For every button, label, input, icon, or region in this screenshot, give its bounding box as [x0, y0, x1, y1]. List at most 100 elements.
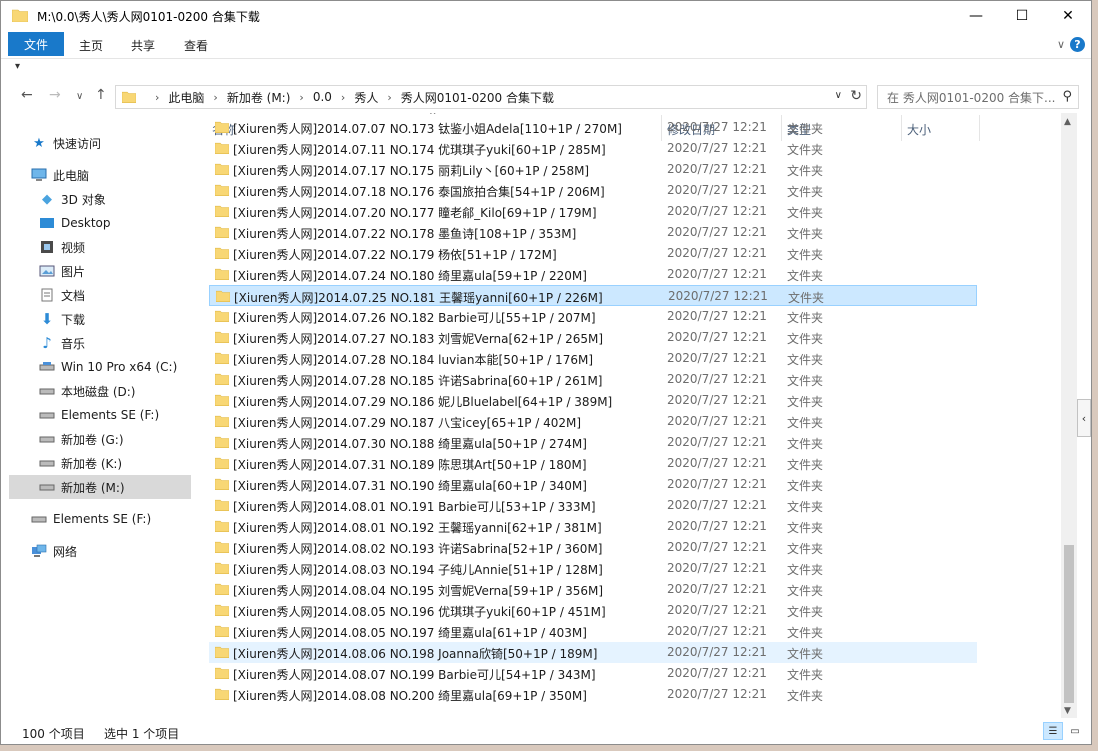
- help-icon[interactable]: ?: [1070, 37, 1085, 52]
- sidebar-item-quick-access[interactable]: ★ 快速访问: [31, 131, 213, 155]
- breadcrumb-folder-00[interactable]: 0.0: [313, 90, 332, 104]
- sidebar-item-network[interactable]: 网络: [31, 539, 213, 563]
- scrollbar-thumb[interactable]: [1064, 545, 1074, 703]
- recent-locations-icon[interactable]: ∨: [76, 91, 83, 102]
- close-button[interactable]: ✕: [1045, 1, 1091, 31]
- file-row[interactable]: [Xiuren秀人网]2014.08.05 NO.197 绮里嘉ula[61+1…: [209, 621, 977, 642]
- sidebar-item-drive-g[interactable]: 新加卷 (G:): [39, 427, 221, 451]
- sidebar-item-pictures[interactable]: 图片: [39, 259, 221, 283]
- file-date: 2020/7/27 12:21: [667, 645, 767, 659]
- file-type: 文件夹: [787, 605, 824, 619]
- file-row[interactable]: [Xiuren秀人网]2014.07.22 NO.179 杨依[51+1P / …: [209, 243, 977, 264]
- chevron-right-icon[interactable]: ›: [299, 91, 303, 104]
- address-dropdown-icon[interactable]: ∨: [835, 90, 842, 101]
- file-type: 文件夹: [787, 542, 824, 556]
- file-row[interactable]: [Xiuren秀人网]2014.07.24 NO.180 绮里嘉ula[59+1…: [209, 264, 977, 285]
- folder-icon: [215, 604, 229, 616]
- chevron-right-icon[interactable]: ›: [387, 91, 391, 104]
- file-row[interactable]: [Xiuren秀人网]2014.07.17 NO.175 丽莉Lily丶[60+…: [209, 159, 977, 180]
- address-bar[interactable]: › 此电脑 › 新加卷 (M:) › 0.0 › 秀人 › 秀人网0101-02…: [115, 85, 867, 109]
- file-row[interactable]: [Xiuren秀人网]2014.07.31 NO.190 绮里嘉ula[60+1…: [209, 474, 977, 495]
- file-row[interactable]: [Xiuren秀人网]2014.07.20 NO.177 瞳老鄃_Kilo[69…: [209, 201, 977, 222]
- file-row[interactable]: [Xiuren秀人网]2014.07.07 NO.173 钛鉴小姐Adela[1…: [209, 117, 977, 138]
- sidebar-item-elements-se[interactable]: Elements SE (F:): [31, 507, 213, 531]
- tab-home[interactable]: 主页: [79, 37, 103, 54]
- search-placeholder: 在 秀人网0101-0200 合集下...: [887, 90, 1056, 105]
- scroll-down-icon[interactable]: ▼: [1064, 706, 1071, 716]
- file-row[interactable]: [Xiuren秀人网]2014.07.28 NO.184 luvian本能[50…: [209, 348, 977, 369]
- file-row[interactable]: [Xiuren秀人网]2014.08.01 NO.191 Barbie可儿[53…: [209, 495, 977, 516]
- file-row[interactable]: [Xiuren秀人网]2014.07.26 NO.182 Barbie可儿[55…: [209, 306, 977, 327]
- sidebar-item-desktop[interactable]: Desktop: [39, 211, 221, 235]
- file-name: [Xiuren秀人网]2014.08.05 NO.196 优琪琪子yuki[60…: [233, 605, 606, 619]
- sidebar-item-this-pc[interactable]: 此电脑: [31, 163, 213, 187]
- sidebar-item-drive-k[interactable]: 新加卷 (K:): [39, 451, 221, 475]
- sidebar-item-drive-f[interactable]: Elements SE (F:): [39, 403, 221, 427]
- file-row[interactable]: [Xiuren秀人网]2014.07.25 NO.181 王馨瑶yanni[60…: [209, 285, 977, 306]
- file-row[interactable]: [Xiuren秀人网]2014.08.03 NO.194 子纯儿Annie[51…: [209, 558, 977, 579]
- file-date: 2020/7/27 12:21: [667, 582, 767, 596]
- file-date: 2020/7/27 12:21: [667, 393, 767, 407]
- customize-toolbar-icon[interactable]: ▾: [15, 61, 20, 72]
- breadcrumb-current-folder[interactable]: 秀人网0101-0200 合集下载: [401, 89, 554, 106]
- file-row[interactable]: [Xiuren秀人网]2014.07.18 NO.176 泰国旅拍合集[54+1…: [209, 180, 977, 201]
- file-row[interactable]: [Xiuren秀人网]2014.08.06 NO.198 Joanna欣锜[50…: [209, 642, 977, 663]
- details-view-icon[interactable]: ☰: [1043, 722, 1063, 740]
- quick-access-toolbar: ▾: [1, 59, 1091, 81]
- ribbon-expand-icon[interactable]: ∨: [1057, 38, 1065, 51]
- file-row[interactable]: [Xiuren秀人网]2014.07.31 NO.189 陈思琪Art[50+1…: [209, 453, 977, 474]
- file-row[interactable]: [Xiuren秀人网]2014.08.05 NO.196 优琪琪子yuki[60…: [209, 600, 977, 621]
- chevron-left-icon[interactable]: ‹: [1077, 399, 1091, 437]
- sidebar-item-documents[interactable]: 文档: [39, 283, 221, 307]
- file-row[interactable]: [Xiuren秀人网]2014.07.11 NO.174 优琪琪子yuki[60…: [209, 138, 977, 159]
- file-row[interactable]: [Xiuren秀人网]2014.08.08 NO.200 绮里嘉ula[69+1…: [209, 684, 977, 705]
- chevron-right-icon[interactable]: ›: [341, 91, 345, 104]
- sidebar-item-label: 下载: [61, 312, 86, 327]
- file-row[interactable]: [Xiuren秀人网]2014.07.28 NO.185 许诺Sabrina[6…: [209, 369, 977, 390]
- search-input[interactable]: 在 秀人网0101-0200 合集下... ⚲: [877, 85, 1079, 109]
- sidebar-item-music[interactable]: ♪ 音乐: [39, 331, 221, 355]
- file-row[interactable]: [Xiuren秀人网]2014.07.29 NO.187 八宝icey[65+1…: [209, 411, 977, 432]
- breadcrumb-folder-xiuren[interactable]: 秀人: [354, 89, 378, 106]
- drive-icon: [39, 407, 55, 423]
- chevron-right-icon[interactable]: ›: [213, 91, 217, 104]
- tab-share[interactable]: 共享: [131, 37, 155, 54]
- ribbon: 文件 主页 共享 查看 ∨ ?: [1, 31, 1091, 59]
- sidebar-item-drive-c[interactable]: Win 10 Pro x64 (C:): [39, 355, 221, 379]
- sidebar-item-drive-m[interactable]: 新加卷 (M:): [9, 475, 191, 499]
- column-divider[interactable]: [979, 115, 980, 141]
- file-type: 文件夹: [787, 185, 824, 199]
- file-row[interactable]: [Xiuren秀人网]2014.08.07 NO.199 Barbie可儿[54…: [209, 663, 977, 684]
- forward-arrow-icon[interactable]: →: [49, 87, 61, 103]
- sidebar-item-drive-d[interactable]: 本地磁盘 (D:): [39, 379, 221, 403]
- sidebar-item-videos[interactable]: 视频: [39, 235, 221, 259]
- file-name: [Xiuren秀人网]2014.07.30 NO.188 绮里嘉ula[50+1…: [233, 437, 587, 451]
- computer-icon: [31, 167, 47, 183]
- file-date: 2020/7/27 12:21: [667, 141, 767, 155]
- file-row[interactable]: [Xiuren秀人网]2014.08.02 NO.193 许诺Sabrina[5…: [209, 537, 977, 558]
- file-row[interactable]: [Xiuren秀人网]2014.08.04 NO.195 刘雪妮Verna[59…: [209, 579, 977, 600]
- refresh-icon[interactable]: ↻: [850, 88, 862, 104]
- minimize-button[interactable]: —: [953, 1, 999, 31]
- sidebar-item-downloads[interactable]: ⬇ 下载: [39, 307, 221, 331]
- maximize-button[interactable]: ☐: [999, 1, 1045, 31]
- file-row[interactable]: [Xiuren秀人网]2014.08.01 NO.192 王馨瑶yanni[62…: [209, 516, 977, 537]
- tab-file[interactable]: 文件: [8, 32, 64, 56]
- file-name: [Xiuren秀人网]2014.07.22 NO.179 杨依[51+1P / …: [233, 248, 557, 262]
- vertical-scrollbar[interactable]: ▲ ▼: [1061, 113, 1077, 718]
- file-row[interactable]: [Xiuren秀人网]2014.07.29 NO.186 妮儿Bluelabel…: [209, 390, 977, 411]
- file-row[interactable]: [Xiuren秀人网]2014.07.27 NO.183 刘雪妮Verna[62…: [209, 327, 977, 348]
- scroll-up-icon[interactable]: ▲: [1064, 117, 1071, 127]
- drive-icon: [39, 431, 55, 447]
- large-icons-view-icon[interactable]: ▭: [1065, 722, 1085, 740]
- sidebar-item-3d-objects[interactable]: ◆ 3D 对象: [39, 187, 221, 211]
- breadcrumb-drive-m[interactable]: 新加卷 (M:): [227, 89, 291, 106]
- folder-icon: [215, 331, 229, 343]
- tab-view[interactable]: 查看: [184, 37, 208, 54]
- file-row[interactable]: [Xiuren秀人网]2014.07.22 NO.178 墨鱼诗[108+1P …: [209, 222, 977, 243]
- up-arrow-icon[interactable]: ↑: [95, 87, 107, 103]
- folder-icon: [122, 91, 136, 103]
- breadcrumb-this-pc[interactable]: 此电脑: [168, 89, 204, 106]
- file-row[interactable]: [Xiuren秀人网]2014.07.30 NO.188 绮里嘉ula[50+1…: [209, 432, 977, 453]
- back-arrow-icon[interactable]: ←: [21, 87, 33, 103]
